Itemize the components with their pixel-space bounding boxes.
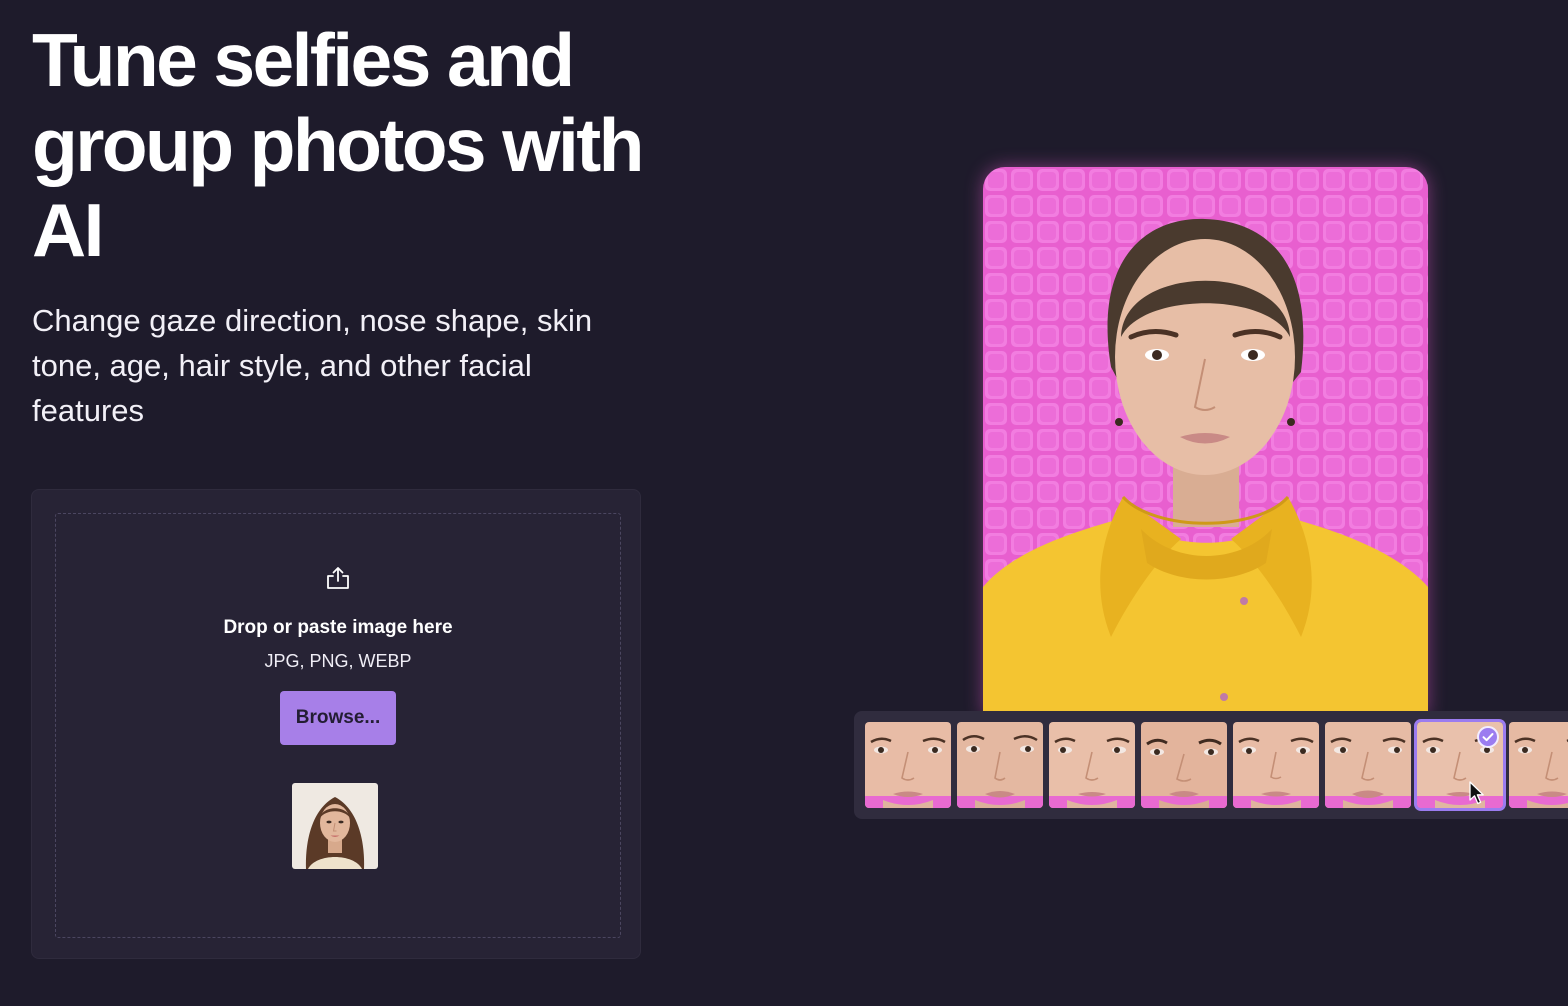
face-crop-image xyxy=(1049,722,1135,808)
face-crop-image xyxy=(865,722,951,808)
sample-portrait-image xyxy=(292,783,378,869)
drop-label: Drop or paste image here xyxy=(223,617,453,638)
face-crop-image xyxy=(1509,722,1568,808)
upload-icon xyxy=(327,567,349,589)
variation-thumbnail[interactable] xyxy=(957,722,1043,808)
face-crop-image xyxy=(957,722,1043,808)
page-subtitle: Change gaze direction, nose shape, skin … xyxy=(32,303,593,428)
portrait-preview xyxy=(983,167,1428,715)
face-crop-image xyxy=(1233,722,1319,808)
browse-button[interactable]: Browse... xyxy=(280,691,396,745)
face-crop-image xyxy=(1141,722,1227,808)
supported-formats: JPG, PNG, WEBP xyxy=(264,651,412,671)
selected-check-icon xyxy=(1477,726,1499,748)
sample-image-thumbnail[interactable] xyxy=(292,783,378,869)
face-crop-image xyxy=(1325,722,1411,808)
preview-image xyxy=(983,167,1428,715)
variation-thumbnail[interactable] xyxy=(1049,722,1135,808)
variation-thumbnail[interactable] xyxy=(865,722,951,808)
variation-strip xyxy=(854,711,1568,819)
variation-thumbnail[interactable] xyxy=(1509,722,1568,808)
upload-card: Drop or paste image here JPG, PNG, WEBP … xyxy=(31,489,641,959)
image-dropzone[interactable]: Drop or paste image here JPG, PNG, WEBP … xyxy=(55,513,621,938)
variation-thumbnail[interactable] xyxy=(1233,722,1319,808)
variation-thumbnail[interactable] xyxy=(1325,722,1411,808)
variation-thumbnail[interactable] xyxy=(1141,722,1227,808)
mouse-pointer-icon xyxy=(1469,781,1484,805)
page-title: Tune selfies and group photos with AI xyxy=(32,18,644,272)
